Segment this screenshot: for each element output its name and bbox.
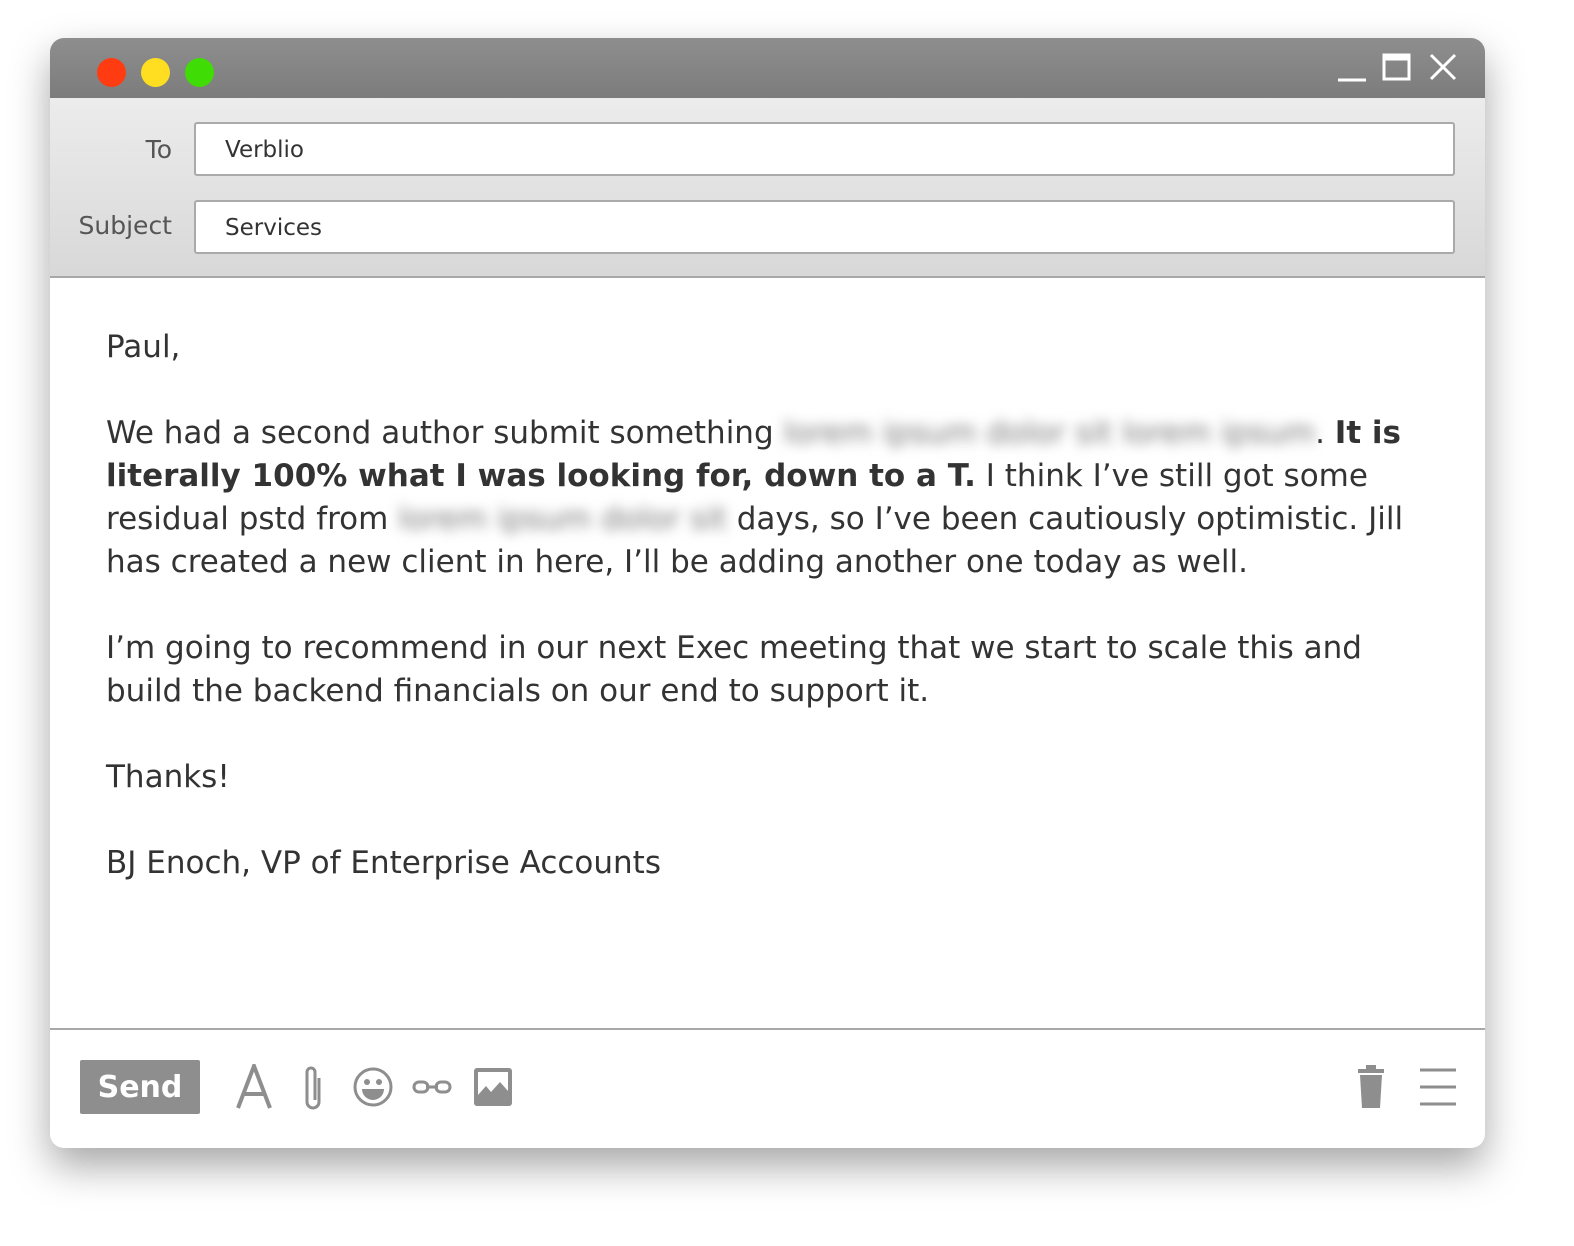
compose-header: To Verblio Subject Services xyxy=(50,98,1485,278)
to-label: To xyxy=(145,135,172,164)
emoji-icon[interactable] xyxy=(350,1060,396,1114)
thanks: Thanks! xyxy=(106,759,230,795)
trash-icon[interactable] xyxy=(1353,1060,1389,1114)
paperclip-icon[interactable] xyxy=(296,1060,330,1114)
minimize-icon[interactable] xyxy=(1336,52,1368,84)
subject-label: Subject xyxy=(78,211,172,240)
send-button[interactable]: Send xyxy=(80,1060,200,1114)
close-dot-button[interactable] xyxy=(97,58,126,87)
close-icon[interactable] xyxy=(1428,52,1458,82)
signature: BJ Enoch, VP of Enterprise Accounts xyxy=(106,845,661,881)
maximize-dot-button[interactable] xyxy=(185,58,214,87)
font-icon[interactable] xyxy=(234,1060,274,1114)
redacted-text: lorem ipsum dolor sit xyxy=(398,501,727,537)
paragraph-2: I’m going to recommend in our next Exec … xyxy=(106,630,1362,709)
greeting: Paul, xyxy=(106,329,181,365)
title-bar xyxy=(50,38,1485,98)
menu-icon[interactable] xyxy=(1418,1060,1458,1114)
compose-toolbar: Send xyxy=(50,1028,1485,1148)
link-icon[interactable] xyxy=(412,1060,452,1114)
redacted-text: lorem ipsum dolor sit lorem ipsum xyxy=(783,415,1316,451)
to-field[interactable]: Verblio xyxy=(194,122,1455,176)
email-compose-window: To Verblio Subject Services Paul, We had… xyxy=(50,38,1485,1148)
paragraph-1: We had a second author submit something … xyxy=(106,412,1436,584)
message-body[interactable]: Paul, We had a second author submit some… xyxy=(106,326,1436,928)
maximize-icon[interactable] xyxy=(1382,52,1412,82)
subject-field[interactable]: Services xyxy=(194,200,1455,254)
text: We had a second author submit something xyxy=(106,415,784,451)
image-icon[interactable] xyxy=(472,1060,514,1114)
minimize-dot-button[interactable] xyxy=(141,58,170,87)
text: . xyxy=(1315,415,1335,451)
